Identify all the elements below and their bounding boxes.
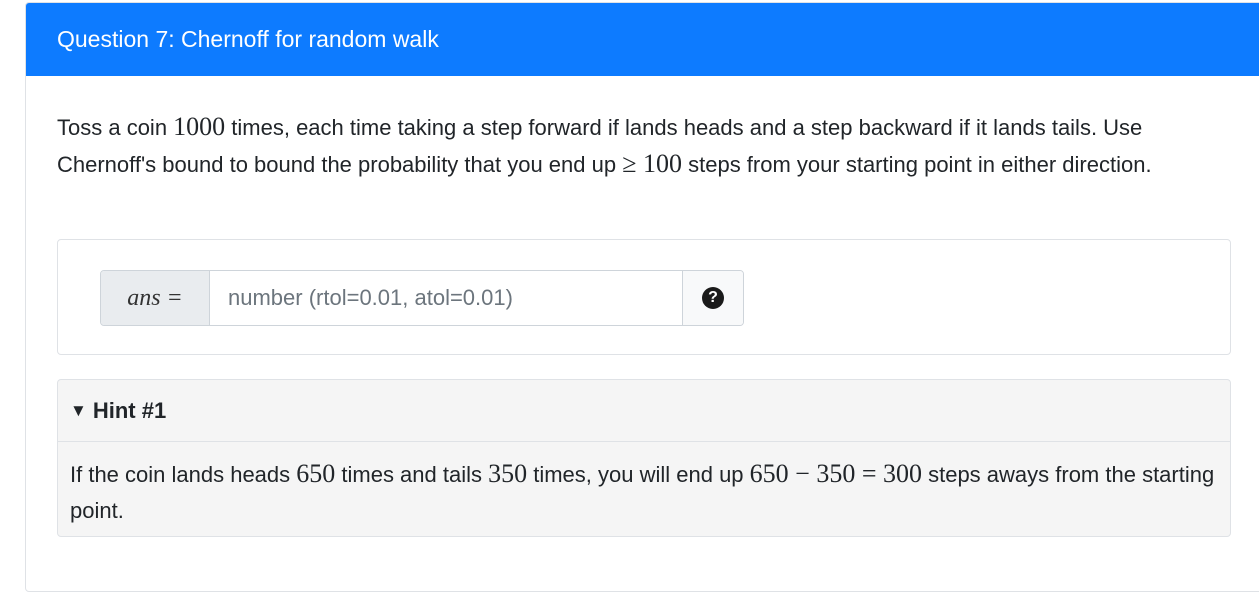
hint-math-2: 350 [488,459,528,488]
hint-math-1: 650 [296,459,336,488]
hint-toggle[interactable]: ▼ Hint #1 [58,380,1230,442]
prompt-math-1: 1000 [173,112,226,141]
hint-text-1: If the coin lands heads [70,462,297,487]
answer-prefix-text: ans = [127,284,183,311]
answer-input[interactable] [210,271,682,325]
hint-text-3: times, you will end up [527,462,750,487]
hint-summary-label: Hint #1 [92,397,167,423]
triangle-down-icon: ▼ [70,400,87,420]
question-card: Question 7: Chernoff for random walk Tos… [25,2,1259,592]
hint-text-2: times and tails [335,462,489,487]
hint-body: If the coin lands heads 650 times and ta… [58,442,1230,529]
prompt-text-1: Toss a coin [57,115,174,140]
help-button[interactable]: ? [682,271,743,325]
prompt-math-2: ≥ 100 [622,149,682,178]
answer-panel: ans = ? [57,239,1231,355]
hint-panel: ▼ Hint #1 If the coin lands heads 650 ti… [57,379,1231,537]
question-title: Question 7: Chernoff for random walk [26,3,1259,76]
answer-input-group: ans = ? [100,270,744,326]
prompt-text-3: steps from your starting point in either… [682,152,1152,177]
answer-prefix-label: ans = [101,271,210,325]
question-prompt: Toss a coin 1000 times, each time taking… [57,109,1232,183]
hint-math-3: 650 − 350 = 300 [749,459,922,488]
question-circle-icon: ? [702,287,724,309]
